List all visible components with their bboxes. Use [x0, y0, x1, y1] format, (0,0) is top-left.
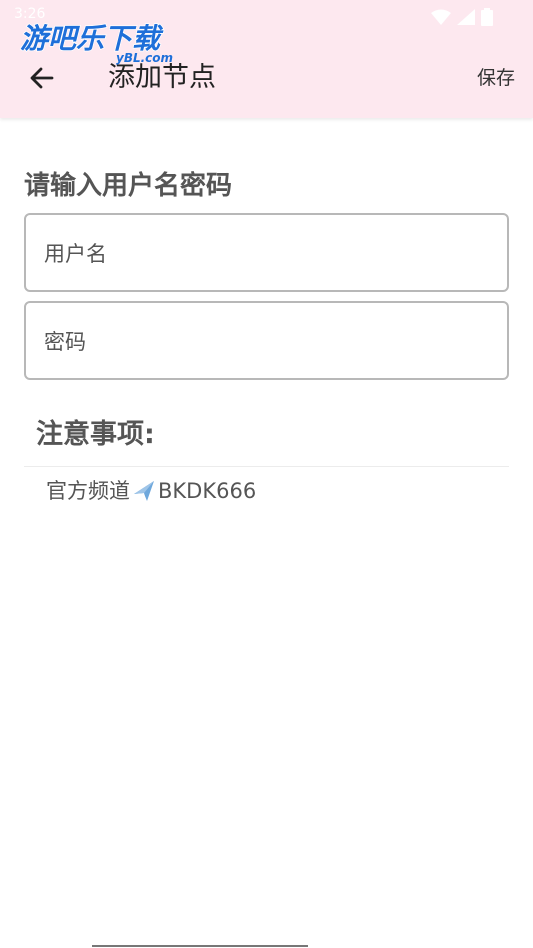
status-icons — [431, 8, 493, 30]
credentials-heading: 请输入用户名密码 — [24, 171, 233, 201]
screen: 3:26 游吧乐下载 yBL.com 添加节点 保存 请输入用户名密码 用户名 … — [0, 0, 533, 948]
notes-heading: 注意事项: — [36, 419, 155, 450]
wifi-icon — [431, 9, 451, 29]
home-indicator — [92, 945, 308, 947]
battery-icon — [481, 8, 493, 30]
arrow-left-icon — [30, 67, 54, 89]
signal-icon — [457, 9, 475, 29]
password-input[interactable] — [42, 303, 496, 380]
username-field[interactable] — [24, 213, 509, 292]
username-input[interactable] — [42, 215, 496, 292]
notes-channel-id: BKDK666 — [158, 479, 257, 503]
airplane-icon — [131, 478, 157, 504]
save-button[interactable]: 保存 — [477, 62, 515, 94]
page-title: 添加节点 — [108, 62, 216, 93]
password-field[interactable] — [24, 301, 509, 380]
divider — [24, 466, 509, 467]
notes-channel-line: 官方频道 BKDK666 — [46, 476, 256, 506]
back-button[interactable] — [22, 58, 62, 98]
app-bar: 3:26 游吧乐下载 yBL.com 添加节点 保存 — [0, 0, 533, 118]
notes-channel-prefix: 官方频道 — [46, 479, 130, 503]
